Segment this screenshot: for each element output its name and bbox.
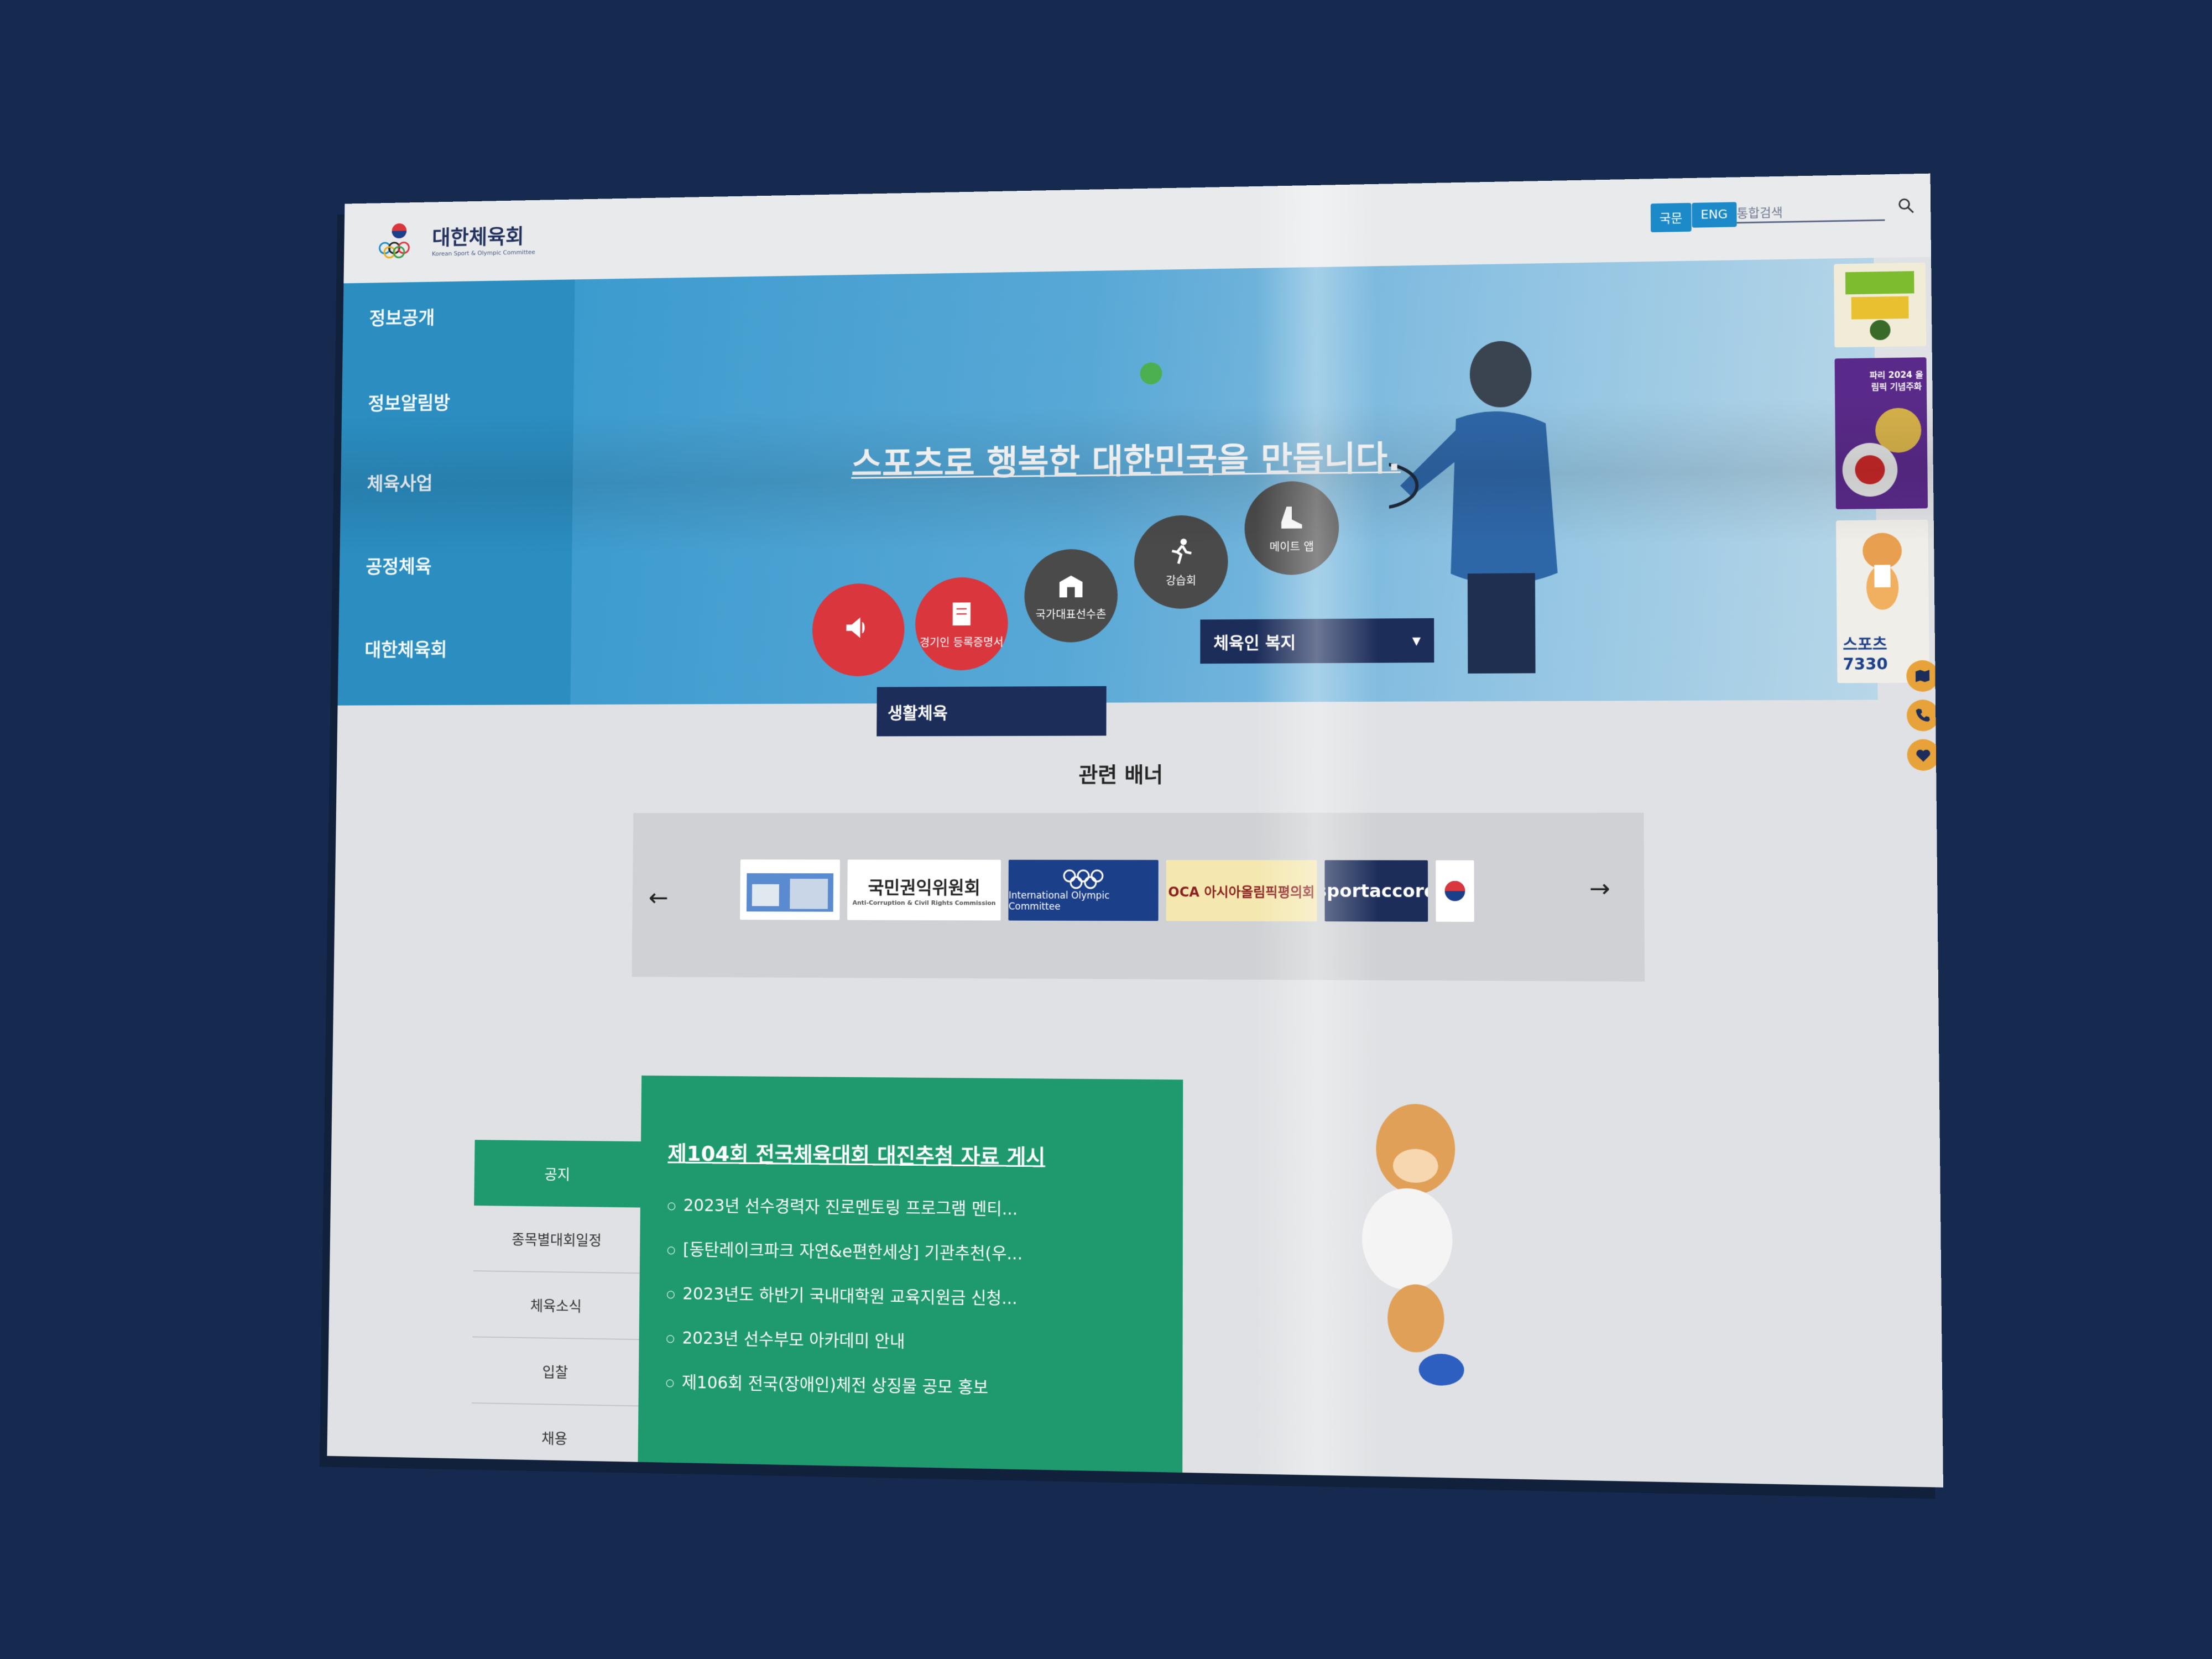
related-banner-ioc[interactable]: International Olympic Committee: [1008, 859, 1159, 921]
hero-banner: 스포츠로 행복한 대한민국을 만듭니다. 경기인 등록증명서 국가대표선수촌 강…: [570, 258, 1878, 705]
lang-korean-button[interactable]: 국문: [1650, 202, 1692, 233]
notice-panel: 제104회 전국체육대회 대진추첨 자료 게시 2023년 선수경력자 진로멘토…: [638, 1075, 1183, 1484]
logo-subtext: Korean Sport & Olympic Committee: [431, 248, 535, 258]
side-banner-event[interactable]: [1834, 262, 1927, 348]
certificate-icon: [952, 602, 971, 625]
related-banner-acrc[interactable]: 국민권익위원회 Anti-Corruption & Civil Rights C…: [847, 859, 1001, 921]
chevron-down-icon: ▾: [1412, 630, 1421, 650]
notice-list: 2023년 선수경력자 진로멘토링 프로그램 멘티... [동탄레이크파크 자연…: [665, 1191, 1022, 1419]
park-building-icon: [746, 873, 834, 912]
notice-section: 공지 종목별대회일정 체육소식 입찰 채용 제104회 전국체육대회 대진추첨 …: [471, 1074, 1183, 1484]
tab-bidding[interactable]: 입찰: [471, 1337, 639, 1407]
logo-text: 대한체육회: [432, 224, 524, 249]
quick-button-mate-app[interactable]: 메이트 앱: [1244, 481, 1339, 576]
list-item[interactable]: [동탄레이크파크 자연&e편한세상] 기관추천(우...: [667, 1235, 1022, 1264]
nav-item-ksoc[interactable]: 대한체육회: [364, 635, 447, 661]
building-icon: [1059, 575, 1083, 597]
related-banner-acrc-sub: Anti-Corruption & Civil Rights Commissio…: [852, 899, 996, 907]
list-item[interactable]: 2023년 선수경력자 진로멘토링 프로그램 멘티...: [667, 1191, 1023, 1220]
heart-icon[interactable]: [1907, 739, 1940, 771]
shoe-icon: [1281, 506, 1302, 529]
sport-person-icon: [1166, 538, 1197, 567]
map-icon[interactable]: [1906, 660, 1939, 692]
logo[interactable]: 대한체육회 Korean Sport & Olympic Committee: [375, 219, 536, 259]
tennis-ball: [1140, 362, 1162, 385]
coin-icon: [1842, 408, 1922, 497]
phone-icon[interactable]: [1906, 700, 1939, 732]
arrow-left-icon[interactable]: ←: [649, 884, 669, 911]
related-banner-acrc-label: 국민권익위원회: [868, 877, 980, 899]
quick-button-label: 메이트 앱: [1269, 539, 1314, 554]
quick-button-notice[interactable]: [812, 583, 905, 677]
quick-button-label: 국가대표선수촌: [1035, 607, 1107, 621]
lang-english-button[interactable]: ENG: [1691, 202, 1737, 228]
nav-item-info-disclosure[interactable]: 정보공개: [369, 303, 435, 330]
search-placeholder: 통합검색: [1736, 206, 1783, 221]
related-banner-oca-label: OCA 아시아올림픽평의회: [1168, 884, 1315, 900]
notice-headline[interactable]: 제104회 전국체육대회 대진추첨 자료 게시: [667, 1136, 1045, 1171]
quick-button-seminar[interactable]: 강습회: [1134, 515, 1228, 609]
mascot-icon: [1862, 533, 1902, 610]
welfare-label: 체육인 복지: [1213, 633, 1296, 654]
search-input[interactable]: 통합검색: [1736, 196, 1885, 224]
related-banner-sportaccord-label: sportaccord: [1324, 880, 1428, 902]
related-banner-korea[interactable]: [1436, 860, 1474, 922]
fabric-sheet: 대한체육회 Korean Sport & Olympic Committee 국…: [327, 173, 1943, 1488]
list-item[interactable]: 제106회 전국(장애인)체전 상징물 공모 홍보: [666, 1368, 1022, 1399]
related-banners-carousel: ← → 국민권익위원회 Anti-Corruption & Civil Righ…: [632, 812, 1645, 982]
olympic-rings-icon: [375, 221, 423, 259]
tab-sports-news[interactable]: 체육소식: [472, 1271, 640, 1340]
quick-button-certificate[interactable]: 경기인 등록증명서: [915, 577, 1008, 671]
notice-tabs: 공지 종목별대회일정 체육소식 입찰 채용: [471, 1140, 641, 1473]
side-banners: 파리 2024 올림픽 기념주화 스포츠7330: [1828, 257, 1936, 700]
event-poster-icon: [1845, 271, 1914, 341]
tab-recruitment[interactable]: 채용: [471, 1404, 639, 1473]
megaphone-icon: [843, 612, 874, 643]
life-sports-label: 생활체육: [887, 703, 948, 723]
related-banner-ioc-label: International Olympic Committee: [1008, 890, 1110, 912]
related-banner-park[interactable]: [740, 859, 841, 920]
quick-button-label: 경기인 등록증명서: [919, 635, 1004, 649]
tab-schedule[interactable]: 종목별대회일정: [473, 1206, 640, 1274]
side-banner-sports7330[interactable]: 스포츠7330: [1836, 519, 1930, 684]
life-sports-dropdown[interactable]: 생활체육: [877, 686, 1107, 737]
quick-button-national-village[interactable]: 국가대표선수촌: [1024, 549, 1118, 643]
hero-title: 스포츠로 행복한 대한민국을 만듭니다.: [851, 438, 1401, 484]
list-item[interactable]: 2023년 선수부모 아카데미 안내: [666, 1324, 1022, 1354]
related-banner-sportaccord[interactable]: sportaccord: [1324, 860, 1428, 922]
side-banner-olympic-coin[interactable]: 파리 2024 올림픽 기념주화: [1834, 357, 1928, 509]
related-banners-title: 관련 배너: [1078, 763, 1164, 787]
search-icon[interactable]: [1896, 196, 1916, 215]
side-banner-coin-label: 파리 2024 올림픽 기념주화: [1869, 369, 1923, 393]
related-banner-oca[interactable]: OCA 아시아올림픽평의회: [1166, 860, 1317, 922]
olympic-rings-icon: [1058, 868, 1103, 889]
left-navigation: 정보공개 정보알림방 체육사업 공정체육 대한체육회: [337, 279, 575, 706]
list-item[interactable]: 2023년도 하반기 국내대학원 교육지원금 신청...: [666, 1280, 1022, 1309]
arrow-right-icon[interactable]: →: [1589, 874, 1610, 903]
nav-item-fair-sports[interactable]: 공정체육: [366, 552, 432, 578]
nav-item-notice-room[interactable]: 정보알림방: [368, 388, 450, 415]
welfare-dropdown[interactable]: 체육인 복지 ▾: [1200, 618, 1434, 664]
related-banners-track: 국민권익위원회 Anti-Corruption & Civil Rights C…: [740, 857, 1474, 925]
tab-notice[interactable]: 공지: [474, 1140, 641, 1208]
quick-button-label: 강습회: [1166, 573, 1197, 587]
taegeuk-icon: [1444, 881, 1465, 901]
nav-item-sports-projects[interactable]: 체육사업: [367, 469, 432, 496]
mascot-image: [1361, 1103, 1464, 1386]
